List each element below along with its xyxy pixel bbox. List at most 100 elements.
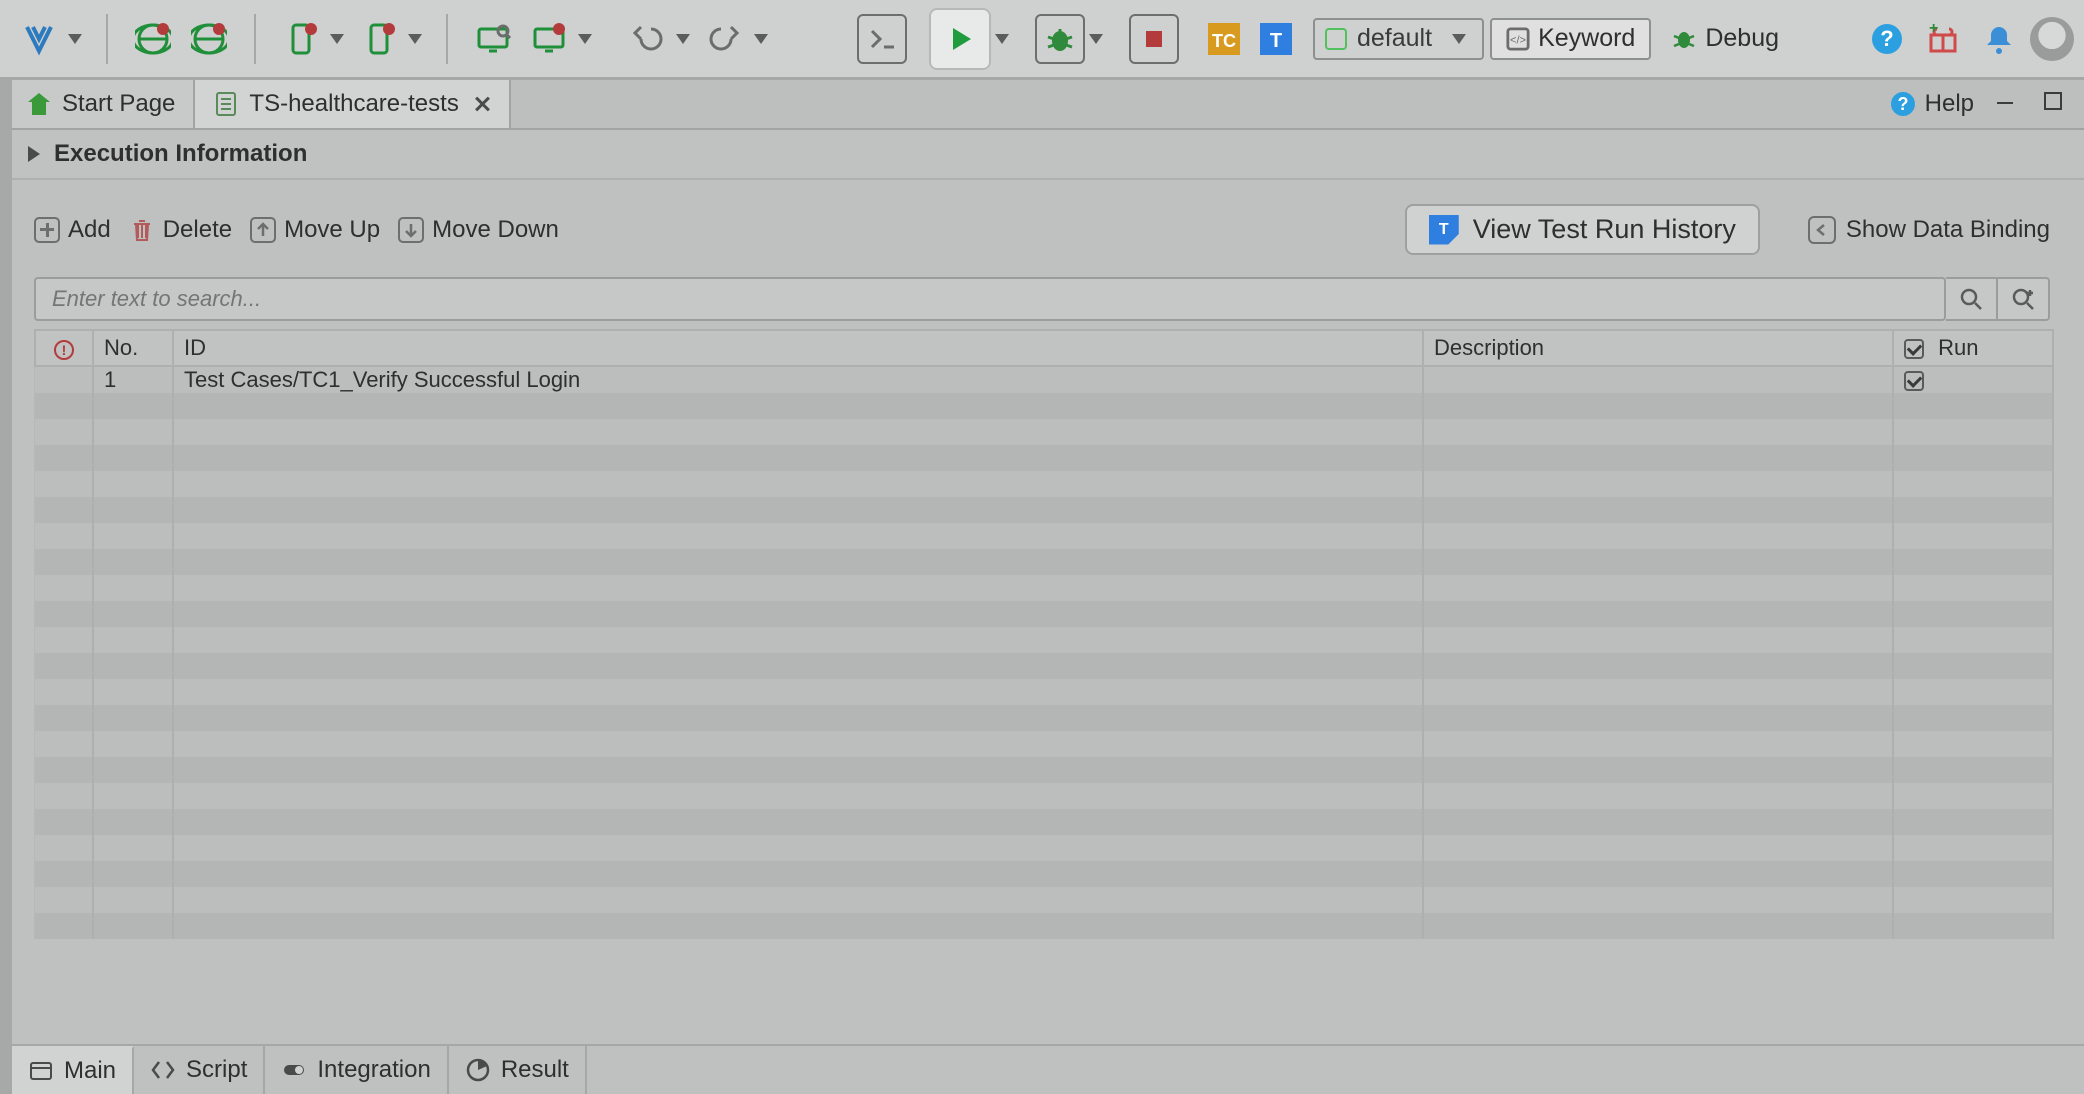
debug-mode-toggle[interactable]: Debug	[1657, 18, 1793, 60]
execution-profile-dropdown[interactable]: default	[1313, 18, 1484, 60]
mobile-record-2-icon[interactable]	[354, 14, 404, 64]
table-row	[35, 861, 2053, 887]
left-gutter	[0, 80, 12, 1094]
test-list-toolbar: Add Delete Move Up Move Down View Test R…	[0, 180, 2084, 271]
table-row	[35, 679, 2053, 705]
execution-info-title: Execution Information	[54, 140, 307, 168]
header-run[interactable]: Run	[1893, 330, 2053, 366]
table-row	[35, 731, 2053, 757]
header-desc[interactable]: Description	[1423, 330, 1893, 366]
table-row	[35, 471, 2053, 497]
run-checkbox[interactable]	[1904, 371, 1924, 391]
header-id[interactable]: ID	[173, 330, 1423, 366]
move-up-button[interactable]: Move Up	[250, 216, 380, 244]
tab-close-icon[interactable]	[473, 95, 491, 113]
redo-icon[interactable]	[700, 14, 750, 64]
browser-record-green-icon[interactable]	[128, 14, 178, 64]
warning-icon: !	[54, 340, 74, 360]
minimize-pane-icon[interactable]	[1988, 88, 2022, 121]
desktop-spy-icon[interactable]	[468, 14, 518, 64]
bottom-tab-result[interactable]: Result	[449, 1046, 587, 1094]
search-input[interactable]	[34, 277, 1946, 321]
svg-text:+: +	[1929, 21, 1938, 37]
help-label: Help	[1925, 90, 1974, 118]
maximize-pane-icon[interactable]	[2036, 88, 2070, 121]
svg-text:T: T	[1270, 30, 1282, 52]
search-add-button[interactable]	[1998, 277, 2050, 321]
redo-caret-icon[interactable]	[754, 34, 768, 44]
run-button[interactable]	[929, 8, 991, 70]
bottom-tab-integration[interactable]: Integration	[265, 1046, 448, 1094]
keyword-mode-toggle[interactable]: </> Keyword	[1490, 18, 1651, 60]
table-row	[35, 887, 2053, 913]
test-cases-table: ! No. ID Description Run 1Test Cases/TC1…	[0, 321, 2084, 939]
plus-icon	[34, 217, 60, 243]
table-row	[35, 653, 2053, 679]
desktop-record-icon[interactable]	[524, 14, 574, 64]
table-row	[35, 549, 2053, 575]
tab-start-label: Start Page	[62, 90, 175, 118]
table-row	[35, 393, 2053, 419]
app-menu-caret-icon[interactable]	[68, 34, 82, 44]
table-row	[35, 757, 2053, 783]
table-row	[35, 445, 2053, 471]
table-row	[35, 809, 2053, 835]
gift-icon[interactable]: +	[1918, 14, 1968, 64]
debug-bug-icon[interactable]	[1035, 14, 1085, 64]
table-row	[35, 783, 2053, 809]
undo-icon[interactable]	[622, 14, 672, 64]
move-down-button[interactable]: Move Down	[398, 216, 559, 244]
table-row	[35, 523, 2053, 549]
show-data-binding-link[interactable]: Show Data Binding	[1808, 216, 2050, 244]
keyword-label: Keyword	[1538, 24, 1635, 53]
table-row[interactable]: 1Test Cases/TC1_Verify Successful Login	[35, 366, 2053, 393]
search-row	[0, 271, 2084, 321]
bottom-tab-main[interactable]: Main	[12, 1046, 134, 1094]
execution-info-header[interactable]: Execution Information	[0, 130, 2084, 180]
expand-triangle-icon[interactable]	[28, 146, 40, 162]
table-row	[35, 705, 2053, 731]
tab-test-suite[interactable]: TS-healthcare-tests	[195, 80, 510, 128]
table-row	[35, 627, 2053, 653]
search-button[interactable]	[1946, 277, 1998, 321]
editor-help-link[interactable]: ? Help	[1889, 90, 1974, 118]
undo-caret-icon[interactable]	[676, 34, 690, 44]
browser-record-red-icon[interactable]	[184, 14, 234, 64]
notifications-icon[interactable]	[1974, 14, 2024, 64]
terminal-icon[interactable]	[857, 14, 907, 64]
header-run-checkbox[interactable]	[1904, 339, 1924, 359]
table-row	[35, 497, 2053, 523]
user-avatar[interactable]	[2030, 17, 2074, 61]
table-row	[35, 419, 2053, 445]
debug-label: Debug	[1705, 24, 1779, 53]
tab-start-page[interactable]: Start Page	[8, 80, 195, 128]
view-history-button[interactable]: View Test Run History	[1405, 204, 1760, 255]
app-logo-icon[interactable]	[14, 14, 64, 64]
stop-icon[interactable]	[1129, 14, 1179, 64]
main-toolbar: TC T default </> Keyword Debug ? +	[0, 0, 2084, 80]
add-button[interactable]: Add	[34, 216, 111, 244]
arrow-up-icon	[250, 217, 276, 243]
testops-icon[interactable]: T	[1253, 14, 1299, 64]
debug-caret-icon[interactable]	[1089, 34, 1103, 44]
mobile-record-1-icon[interactable]	[276, 14, 326, 64]
testcloud-icon[interactable]: TC	[1201, 14, 1247, 64]
header-no[interactable]: No.	[93, 330, 173, 366]
header-warning: !	[35, 330, 93, 366]
profile-icon	[1325, 28, 1347, 50]
desktop-caret-icon[interactable]	[578, 34, 592, 44]
delete-button[interactable]: Delete	[129, 216, 232, 244]
bottom-tab-bar: Main Script Integration Result	[12, 1044, 2084, 1094]
profile-caret-icon	[1452, 34, 1466, 44]
table-row	[35, 913, 2053, 939]
svg-text:?: ?	[1897, 94, 1908, 114]
mobile-2-caret-icon[interactable]	[408, 34, 422, 44]
svg-text:</>: </>	[1510, 34, 1526, 46]
tab-suite-title: TS-healthcare-tests	[249, 90, 458, 118]
testops-logo-icon	[1429, 215, 1459, 245]
arrow-down-icon	[398, 217, 424, 243]
run-caret-icon[interactable]	[995, 34, 1009, 44]
help-circle-icon[interactable]: ?	[1862, 14, 1912, 64]
bottom-tab-script[interactable]: Script	[134, 1046, 265, 1094]
mobile-1-caret-icon[interactable]	[330, 34, 344, 44]
